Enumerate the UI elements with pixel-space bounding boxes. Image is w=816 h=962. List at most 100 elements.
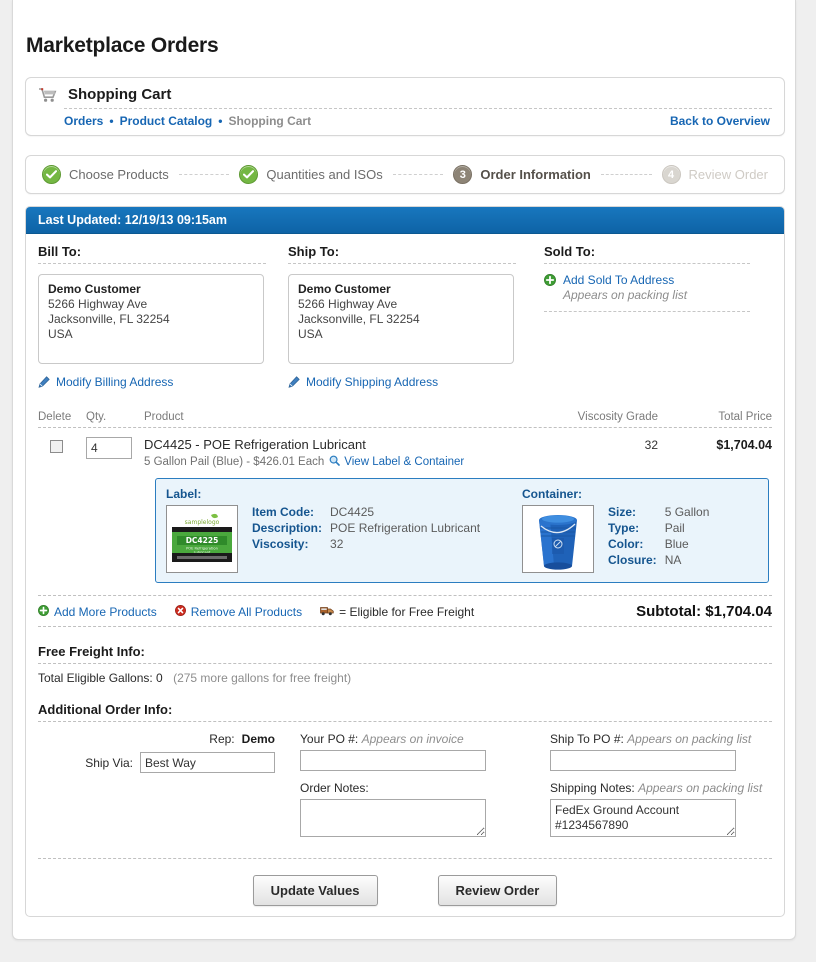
rep-row: Rep: Demo: [38, 732, 275, 746]
bill-to-line1: 5266 Highway Ave: [48, 297, 148, 311]
ship-to-heading: Ship To:: [288, 244, 516, 264]
order-notes-label: Order Notes:: [300, 781, 369, 795]
label-heading: Label:: [166, 487, 202, 501]
free-freight-legend-label: = Eligible for Free Freight: [339, 604, 475, 619]
bill-to-line3: USA: [48, 327, 73, 341]
modify-shipping-address-link[interactable]: Modify Shipping Address: [288, 375, 538, 389]
ship-to-line1: 5266 Highway Ave: [298, 297, 398, 311]
row-delete-cell: [38, 437, 86, 456]
step-number-badge-3: 3: [453, 165, 473, 184]
add-more-products-label: Add More Products: [54, 604, 157, 619]
breadcrumb-orders[interactable]: Orders: [64, 114, 103, 128]
breadcrumb-separator-2: •: [218, 114, 223, 128]
additional-order-info-heading: Additional Order Info:: [38, 702, 772, 722]
shipping-notes-hint: Appears on packing list: [638, 781, 763, 795]
container-field-key-3: Closure:: [608, 553, 657, 567]
order-notes-textarea[interactable]: [300, 799, 486, 837]
free-freight-hint: (275 more gallons for free freight): [173, 671, 352, 685]
order-information-panel: Last Updated: 12/19/13 09:15am Bill To: …: [25, 206, 785, 917]
column-header-product: Product: [144, 411, 184, 423]
container-field-value-0: 5 Gallon: [664, 505, 710, 519]
subtotal-label: Subtotal:: [636, 603, 702, 620]
product-label-thumbnail[interactable]: samplelogo DC4225 POE Refrigeration Lubr…: [166, 505, 238, 573]
step-order-information[interactable]: 3 Order Information: [453, 165, 591, 184]
cart-title: Shopping Cart: [68, 86, 172, 103]
sold-to-divider: [544, 311, 750, 312]
shipping-notes-label-row: Shipping Notes: Appears on packing list: [550, 781, 772, 795]
add-more-products-link[interactable]: Add More Products: [38, 605, 157, 619]
product-size-price: 5 Gallon Pail (Blue) - $426.01 Each: [144, 456, 325, 468]
product-table: Delete Qty. Product Viscosity Grade Tota…: [38, 411, 772, 583]
ship-via-input[interactable]: [140, 752, 275, 773]
step-number-badge-4: 4: [661, 165, 681, 184]
container-field-value-3: NA: [664, 553, 682, 567]
review-order-button[interactable]: Review Order: [437, 875, 558, 906]
addresses-row: Bill To: Demo Customer 5266 Highway Ave …: [38, 244, 772, 389]
additional-order-info-grid: Rep: Demo Ship Via: Your PO #: Appears o…: [38, 732, 772, 840]
step-quantities-and-isos[interactable]: Quantities and ISOs: [239, 165, 383, 184]
breadcrumb: Orders • Product Catalog • Shopping Cart…: [64, 114, 772, 128]
bill-to-heading: Bill To:: [38, 244, 266, 264]
info-column-po: Your PO #: Appears on invoice Order Note…: [300, 732, 550, 840]
total-eligible-gallons: Total Eligible Gallons: 0: [38, 671, 163, 685]
order-body: Bill To: Demo Customer 5266 Highway Ave …: [26, 234, 784, 916]
step-label-4: Review Order: [688, 167, 768, 182]
step-connector-2: [392, 174, 444, 175]
container-inner: Size: 5 Gallon Type: Pail Color: Blue Cl…: [522, 505, 709, 573]
subtotal: Subtotal: $1,704.04: [636, 603, 772, 620]
free-freight-heading: Free Freight Info:: [38, 644, 772, 664]
step-label-3: Order Information: [480, 167, 591, 182]
info-column-shipping: Ship To PO #: Appears on packing list Sh…: [550, 732, 772, 840]
column-header-qty: Qty.: [86, 411, 107, 423]
your-po-label-row: Your PO #: Appears on invoice: [300, 732, 550, 746]
cart-title-row: Shopping Cart: [38, 86, 772, 103]
quantity-input[interactable]: [86, 437, 132, 459]
label-section: Label: samplelogo DC4225 POE Refrigerati…: [166, 487, 522, 573]
breadcrumb-product-catalog[interactable]: Product Catalog: [120, 114, 213, 128]
container-field-value-2: Blue: [664, 537, 689, 551]
modify-billing-address-label: Modify Billing Address: [56, 375, 174, 389]
step-connector-3: [600, 174, 652, 175]
close-circle-icon: [174, 604, 186, 619]
plus-circle-icon: [38, 604, 49, 619]
truck-icon: [320, 605, 334, 619]
container-field-value-1: Pail: [664, 521, 685, 535]
check-icon: [239, 165, 259, 184]
row-qty-cell: [86, 437, 144, 459]
sold-to-heading: Sold To:: [544, 244, 750, 264]
column-header-viscosity: Viscosity Grade: [577, 411, 658, 423]
ship-to-po-label-row: Ship To PO #: Appears on packing list: [550, 732, 772, 746]
sold-to-hint: Appears on packing list: [563, 288, 688, 302]
container-heading: Container:: [522, 487, 582, 501]
container-field-key-2: Color:: [608, 537, 644, 551]
bill-to-column: Bill To: Demo Customer 5266 Highway Ave …: [38, 244, 288, 389]
shopping-cart-panel: Shopping Cart Orders • Product Catalog •…: [25, 77, 785, 136]
modify-shipping-address-label: Modify Shipping Address: [306, 375, 439, 389]
ship-to-po-hint: Appears on packing list: [627, 732, 752, 746]
table-row: DC4425 - POE Refrigeration Lubricant 5 G…: [38, 428, 772, 469]
back-to-overview-link[interactable]: Back to Overview: [670, 114, 772, 128]
shopping-cart-icon: [38, 87, 58, 103]
add-sold-to-address-link[interactable]: Add Sold To Address Appears on packing l…: [544, 273, 772, 302]
pencil-icon: [38, 376, 50, 388]
ship-to-po-input[interactable]: [550, 750, 736, 771]
container-field-key-1: Type:: [608, 521, 640, 535]
remove-all-products-link[interactable]: Remove All Products: [174, 604, 302, 619]
cart-divider: [64, 108, 772, 109]
sold-to-column: Sold To: Add Sold To Address Appears on …: [538, 244, 772, 389]
free-freight-line: Total Eligible Gallons: 0 (275 more gall…: [38, 671, 772, 685]
delete-checkbox[interactable]: [50, 440, 63, 453]
container-thumbnail[interactable]: [522, 505, 594, 573]
modify-billing-address-link[interactable]: Modify Billing Address: [38, 375, 288, 389]
view-label-and-container-link[interactable]: View Label & Container: [329, 455, 464, 469]
step-review-order[interactable]: 4 Review Order: [661, 165, 768, 184]
step-choose-products[interactable]: Choose Products: [42, 165, 169, 184]
your-po-input[interactable]: [300, 750, 486, 771]
form-button-bar: Update Values Review Order: [38, 858, 772, 906]
update-values-button[interactable]: Update Values: [252, 875, 378, 906]
ship-to-column: Ship To: Demo Customer 5266 Highway Ave …: [288, 244, 538, 389]
label-field-list: Item Code: DC4425 Description: POE Refri…: [252, 505, 480, 573]
shipping-notes-textarea[interactable]: [550, 799, 736, 837]
container-section: Container: Size: 5 Gallon Type: Pail Col…: [522, 487, 709, 573]
ship-to-line2: Jacksonville, FL 32254: [298, 312, 420, 326]
